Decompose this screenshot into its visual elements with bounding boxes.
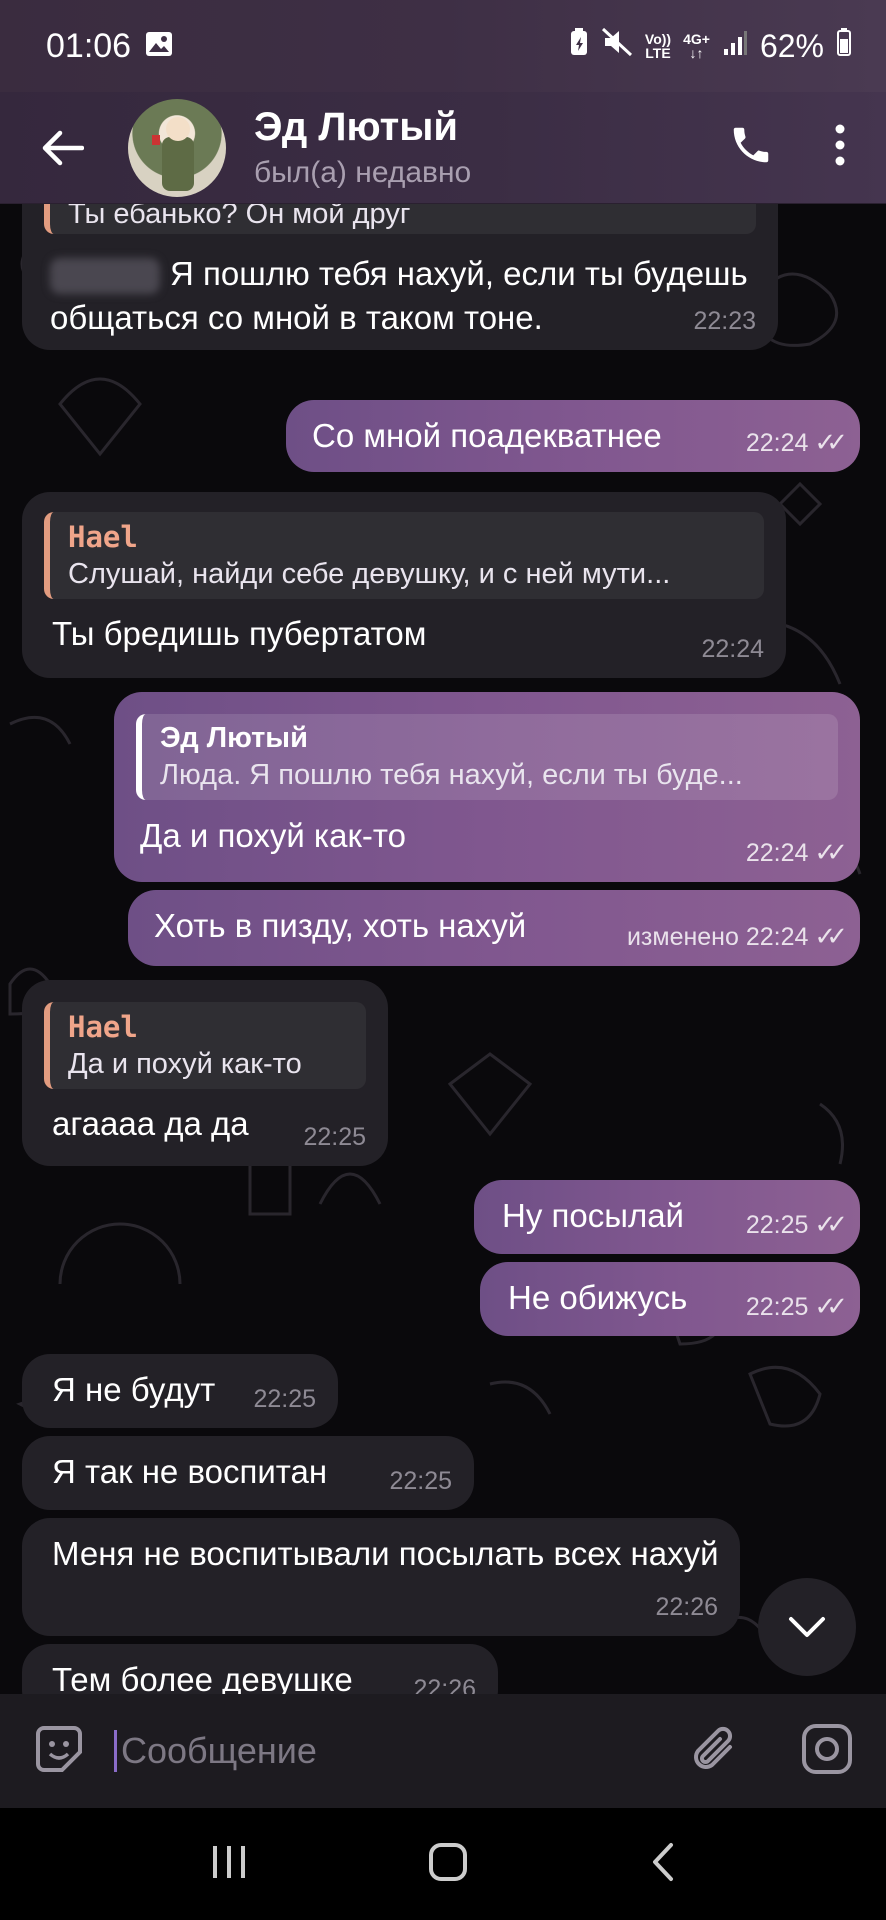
message-text: Не обижусь: [508, 1279, 688, 1316]
back-button[interactable]: [40, 128, 110, 168]
scroll-down-button[interactable]: [758, 1578, 856, 1676]
sticker-icon: [36, 1725, 82, 1772]
recents-button[interactable]: [209, 1842, 249, 1887]
message-time: изменено 22:24 ✓✓: [626, 921, 848, 951]
reply-quote[interactable]: Эд Лютый Люда. Я пошлю тебя нахуй, если …: [136, 714, 838, 800]
battery-saver-icon: [569, 27, 589, 65]
battery-icon: [836, 27, 852, 65]
message-time: 22:26: [655, 1593, 718, 1621]
message-incoming[interactable]: Я так не воспитан 22:25: [22, 1436, 474, 1510]
message-time: 22:24 ✓✓: [745, 427, 848, 457]
reply-quote[interactable]: Ты ебанько? Он мой друг: [44, 204, 756, 234]
message-text: Я пошлю тебя нахуй, если ты будешь общат…: [50, 255, 748, 336]
sticker-button[interactable]: [32, 1722, 86, 1781]
message-text: Я не будут: [52, 1371, 216, 1408]
chevron-down-icon: [789, 1617, 825, 1637]
more-options-button[interactable]: [834, 123, 846, 172]
avatar[interactable]: [128, 98, 226, 197]
message-time: 22:26: [413, 1675, 476, 1694]
attach-button[interactable]: [690, 1723, 740, 1780]
contact-name: Эд Лютый: [254, 105, 459, 149]
camera-button[interactable]: [800, 1722, 854, 1781]
message-time: 22:25 ✓✓: [745, 1209, 848, 1239]
system-navigation-bar: [0, 1808, 886, 1920]
contact-status: был(а) недавно: [254, 156, 472, 189]
system-back-button[interactable]: [647, 1841, 677, 1888]
message-time: 22:25: [253, 1385, 316, 1413]
message-outgoing[interactable]: Не обижусь 22:25 ✓✓: [480, 1262, 860, 1336]
message-input-bar: Сообщение: [0, 1694, 886, 1808]
chat-area[interactable]: Ты ебанько? Он мой друг Я пошлю тебя нах…: [0, 204, 886, 1694]
call-button[interactable]: [728, 122, 774, 173]
message-outgoing[interactable]: Ну посылай 22:25 ✓✓: [474, 1180, 860, 1254]
reply-quote[interactable]: Hael Да и похуй как-то: [44, 1002, 366, 1089]
camera-icon: [802, 1723, 852, 1774]
attach-icon: [694, 1726, 733, 1769]
battery-percent: 62%: [759, 27, 824, 64]
home-icon: [429, 1842, 467, 1881]
message-text: Да и похуй как-то: [140, 817, 406, 854]
signal-icon: [722, 28, 748, 65]
message-outgoing[interactable]: Хоть в пизду, хоть нахуй изменено 22:24 ✓…: [128, 890, 860, 966]
network-4g-indicator: 4G+ ↓↑: [683, 31, 710, 61]
clock: 01:06: [46, 26, 132, 65]
message-time: 22:24: [701, 635, 764, 663]
more-vert-icon: [835, 124, 845, 166]
home-button[interactable]: [427, 1841, 469, 1888]
image-notification-icon: [145, 27, 173, 66]
message-incoming[interactable]: Hael Слушай, найди себе девушку, и с ней…: [22, 492, 786, 678]
back-arrow-icon: [42, 130, 84, 165]
message-input[interactable]: Сообщение: [114, 1730, 690, 1772]
contact-info[interactable]: Эд Лютый был(а) недавно: [254, 105, 728, 190]
message-time: 22:25: [303, 1123, 366, 1151]
message-text: Я так не воспитан: [52, 1453, 328, 1490]
message-text: Тем более девушке: [52, 1661, 353, 1694]
message-time: 22:25 ✓✓: [745, 1291, 848, 1321]
message-outgoing[interactable]: Эд Лютый Люда. Я пошлю тебя нахуй, если …: [114, 692, 860, 882]
message-incoming[interactable]: Тем более девушке 22:26: [22, 1644, 498, 1694]
message-text: Со мной поадекватнее: [312, 417, 662, 454]
volte-indicator: Vo)) LTE: [644, 31, 672, 61]
recents-icon: [213, 1845, 245, 1878]
message-outgoing[interactable]: Со мной поадекватнее 22:24 ✓✓: [286, 400, 860, 472]
phone-icon: [733, 127, 769, 163]
message-text: Ну посылай: [502, 1197, 684, 1234]
reply-quote[interactable]: Hael Слушай, найди себе девушку, и с ней…: [44, 512, 764, 599]
message-incoming[interactable]: Я не будут 22:25: [22, 1354, 338, 1428]
status-bar: 01:06 Vo)) LTE 4G+ ↓↑ 62%: [0, 0, 886, 92]
message-text: Меня не воспитывали посылать всех нахуй: [52, 1535, 719, 1572]
message-time: 22:24 ✓✓: [745, 837, 848, 867]
message-time: 22:25: [389, 1467, 452, 1495]
chat-header: Эд Лютый был(а) недавно: [0, 92, 886, 204]
message-text: Хоть в пизду, хоть нахуй: [154, 907, 527, 944]
blurred-name: [50, 258, 160, 295]
message-incoming[interactable]: Ты ебанько? Он мой друг Я пошлю тебя нах…: [22, 204, 778, 350]
message-text: агаааа да да: [52, 1105, 249, 1142]
back-icon: [653, 1842, 673, 1881]
message-incoming[interactable]: Hael Да и похуй как-то агаааа да да 22:2…: [22, 980, 388, 1166]
mute-icon: [601, 27, 633, 65]
message-time: 22:23: [693, 307, 756, 335]
message-incoming[interactable]: Меня не воспитывали посылать всех нахуй …: [22, 1518, 740, 1636]
message-text: Ты бредишь пубертатом: [52, 615, 427, 652]
